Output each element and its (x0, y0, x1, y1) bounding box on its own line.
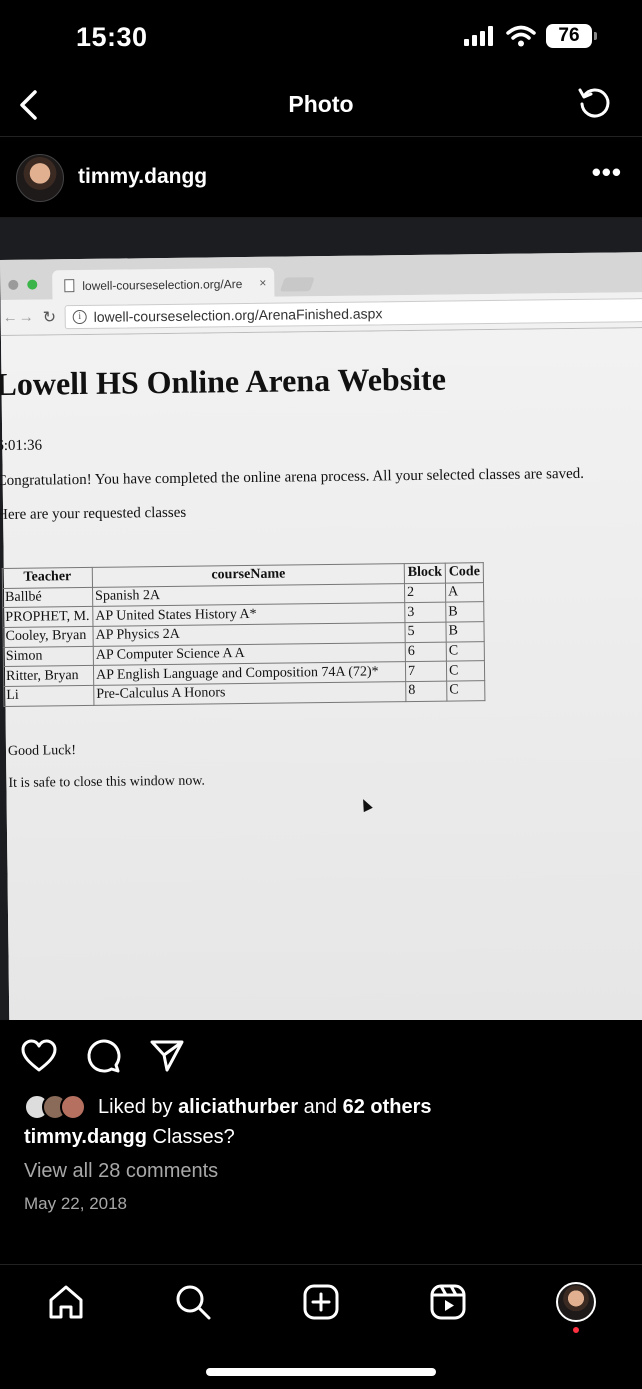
tab-close-icon: × (259, 275, 267, 290)
page-heading: Lowell HS Online Arena Website (0, 360, 447, 403)
refresh-icon[interactable] (576, 85, 612, 121)
reload-icon: ↻ (42, 309, 57, 327)
requested-text: Here are your requested classes (0, 504, 187, 524)
status-time: 15:30 (76, 22, 148, 52)
liked-by-user[interactable]: aliciathurber (178, 1096, 298, 1119)
cell-teacher: Ballbé (2, 587, 93, 608)
document-icon (64, 279, 75, 293)
cell-code: C (446, 680, 485, 701)
battery-icon: 76 (546, 24, 597, 48)
post-caption: timmy.dangg Classes? (24, 1126, 235, 1149)
cell-block: 5 (404, 622, 447, 643)
window-maximize-dot-icon (27, 279, 38, 290)
status-icons: 76 (464, 24, 597, 48)
mouse-cursor-icon (358, 796, 373, 813)
comment-icon[interactable] (84, 1038, 122, 1074)
search-icon[interactable] (174, 1283, 212, 1321)
cell-teacher: Cooley, Bryan (2, 626, 94, 648)
post-username[interactable]: timmy.dangg (78, 165, 207, 189)
home-indicator[interactable] (206, 1368, 436, 1376)
browser-window: lowell-courseselection.org/Are × ← → ↻ i… (0, 251, 642, 1020)
view-comments-link[interactable]: View all 28 comments (24, 1160, 218, 1183)
liked-by-prefix: Liked by (98, 1095, 173, 1118)
good-luck-text: Good Luck! (7, 743, 77, 759)
heart-icon[interactable] (20, 1038, 58, 1074)
congrats-text: Congratulation! You have completed the o… (0, 465, 585, 490)
nav-header: Photo (0, 75, 642, 137)
cell-block: 8 (405, 681, 447, 702)
classes-table: Teacher courseName Block Code Ballbé Spa… (2, 562, 486, 707)
info-icon: i (72, 309, 87, 325)
cell-code: C (446, 641, 485, 662)
browser-tab: lowell-courseselection.org/Are × (52, 267, 275, 301)
page-title: Photo (288, 91, 354, 117)
more-options-icon[interactable]: ••• (592, 159, 622, 185)
status-bar: 15:30 76 (0, 0, 642, 75)
new-tab-icon (279, 277, 315, 292)
tab-title: lowell-courseselection.org/Are (82, 277, 243, 293)
cell-block: 3 (404, 602, 446, 623)
forward-arrow-icon: → (18, 308, 34, 326)
header-block: Block (404, 563, 446, 584)
cell-block: 7 (405, 661, 447, 682)
url-field: i lowell-courseselection.org/ArenaFinish… (64, 297, 642, 330)
wifi-icon (506, 25, 536, 47)
liker-avatars (24, 1094, 86, 1120)
header-code: Code (445, 562, 484, 583)
likes-row[interactable]: Liked by aliciathurber and 62 others (24, 1094, 432, 1120)
cell-code: C (446, 661, 485, 682)
signal-icon (464, 26, 493, 46)
cell-course: Pre-Calculus A Honors (93, 681, 406, 706)
post-actions (20, 1038, 186, 1074)
cell-code: A (445, 582, 484, 603)
timestamp-text: 6:01:36 (0, 437, 43, 455)
url-text: lowell-courseselection.org/ArenaFinished… (93, 305, 383, 325)
avatar[interactable] (16, 154, 64, 202)
cell-code: B (445, 601, 484, 623)
avatar (60, 1094, 86, 1120)
profile-avatar[interactable] (556, 1282, 596, 1322)
liked-by-connector: and (303, 1095, 338, 1118)
caption-text: Classes? (152, 1126, 235, 1148)
safe-close-text: It is safe to close this window now. (8, 773, 206, 791)
cell-block: 6 (405, 641, 447, 663)
web-page: Lowell HS Online Arena Website 6:01:36 C… (0, 327, 642, 1020)
post-header: timmy.dangg ••• (0, 138, 642, 218)
cell-teacher: PROPHET, M. (2, 606, 93, 628)
cell-teacher: Simon (3, 646, 94, 667)
liked-by-others[interactable]: 62 others (343, 1096, 432, 1119)
home-icon[interactable] (47, 1283, 85, 1321)
cell-teacher: Ritter, Bryan (3, 665, 94, 687)
post-photo[interactable]: lowell-courseselection.org/Are × ← → ↻ i… (0, 218, 642, 1020)
window-close-dot-icon (8, 279, 19, 290)
share-icon[interactable] (148, 1038, 186, 1074)
caption-username[interactable]: timmy.dangg (24, 1126, 147, 1148)
notification-dot (573, 1327, 579, 1333)
post-date: May 22, 2018 (24, 1194, 128, 1213)
cell-teacher: Li (3, 685, 94, 707)
back-arrow-icon: ← (2, 308, 18, 326)
cell-block: 2 (404, 582, 446, 603)
header-teacher: Teacher (2, 567, 93, 589)
reels-icon[interactable] (429, 1283, 467, 1321)
create-post-icon[interactable] (302, 1283, 340, 1321)
cell-code: B (445, 621, 485, 642)
